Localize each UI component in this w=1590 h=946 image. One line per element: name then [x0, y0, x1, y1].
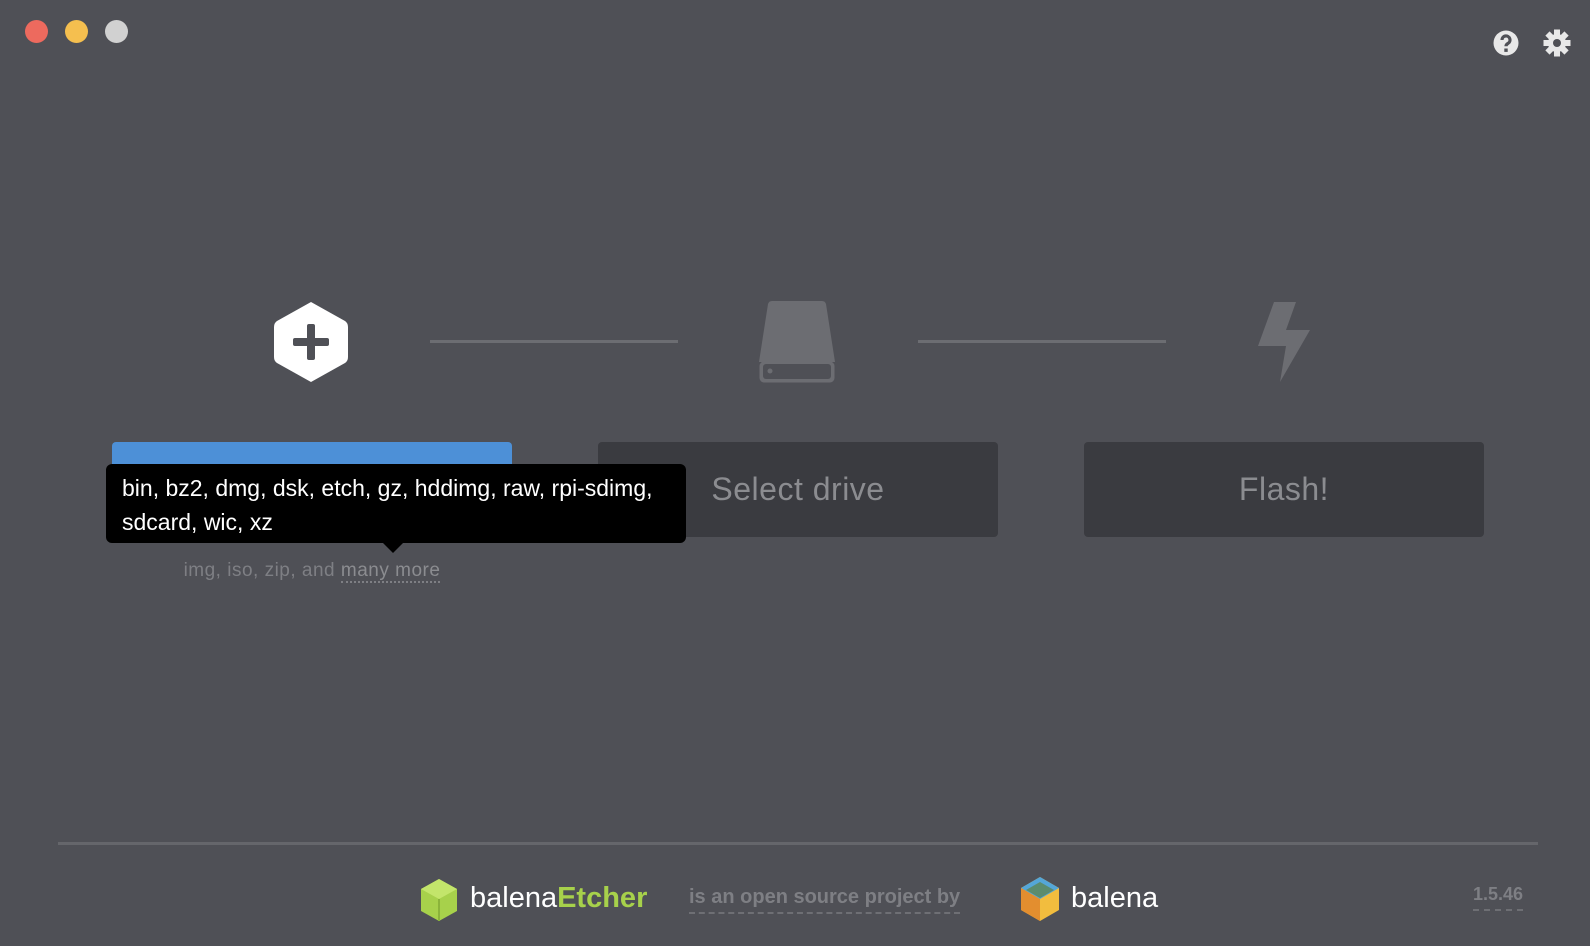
question-circle-icon[interactable] — [1493, 30, 1519, 56]
select-drive-label: Select drive — [711, 471, 885, 507]
tagline[interactable]: is an open source project by — [689, 886, 961, 914]
flash-button[interactable]: Flash! — [1084, 442, 1484, 537]
minimize-button[interactable] — [65, 20, 88, 43]
etcher-logo-icon[interactable] — [419, 878, 459, 922]
etcher-brand[interactable]: balenaEtcher — [470, 882, 647, 915]
balena-brand[interactable]: balena — [1071, 882, 1158, 915]
balena-logo-icon[interactable] — [1019, 876, 1061, 922]
maximize-button[interactable] — [105, 20, 128, 43]
version[interactable]: 1.5.46 — [1473, 884, 1524, 911]
supported-formats: img, iso, zip, and many more — [183, 560, 441, 583]
drive-icon — [759, 301, 835, 383]
step-connector — [918, 340, 1166, 343]
lightning-icon — [1258, 302, 1310, 382]
footer-divider — [58, 842, 1538, 845]
step-connector — [430, 340, 678, 343]
many-more-link[interactable]: many more — [340, 560, 441, 583]
hexagon-plus-icon[interactable] — [273, 300, 349, 384]
flash-label: Flash! — [1238, 471, 1330, 507]
formats-tooltip: bin, bz2, dmg, dsk, etch, gz, hddimg, ra… — [106, 464, 686, 553]
close-button[interactable] — [25, 20, 48, 43]
gear-icon[interactable] — [1543, 29, 1571, 57]
